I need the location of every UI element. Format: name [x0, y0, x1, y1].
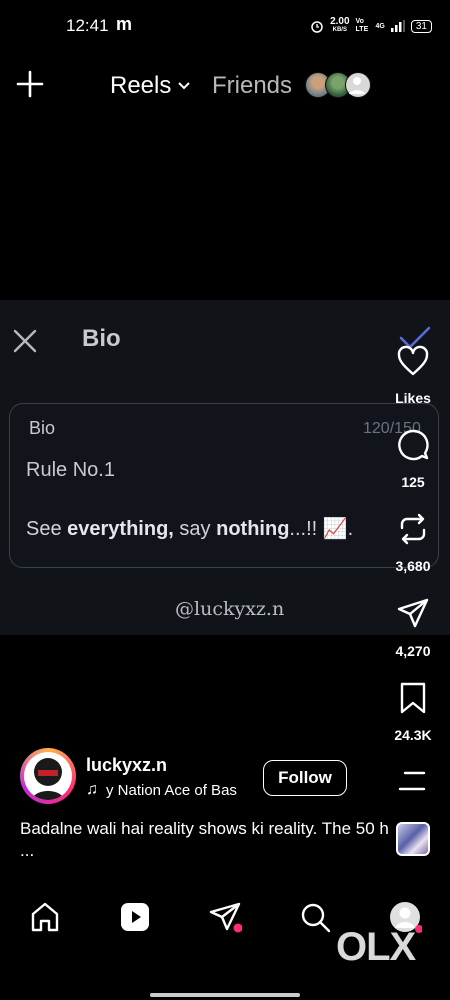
likes-label: Likes [395, 390, 431, 406]
friend-avatar [345, 72, 371, 98]
carrier-logo: m [116, 14, 133, 34]
alarm-icon [311, 21, 323, 33]
search-icon[interactable] [298, 900, 332, 934]
tab-reels[interactable]: Reels [110, 72, 191, 100]
bio-field-label: Bio [29, 418, 56, 438]
status-indicators: 2.00 KB/S Vo LTE 4G 31 [310, 17, 432, 35]
direct-icon[interactable] [208, 900, 242, 934]
post-username[interactable]: luckyxz.n [86, 755, 167, 776]
person-icon [349, 77, 365, 94]
friends-avatars[interactable] [305, 72, 371, 98]
avatar[interactable] [20, 748, 76, 804]
bookmark-icon[interactable] [396, 681, 430, 715]
network-type: 4G [375, 22, 385, 30]
status-time: 12:41 [66, 16, 109, 35]
follow-button[interactable]: Follow [263, 760, 347, 796]
avatar-illustration-icon [32, 758, 64, 800]
net-speed: 2.00 KB/S [330, 16, 350, 34]
tab-reels-label: Reels [110, 72, 172, 99]
create-icon[interactable] [16, 70, 44, 98]
olx-watermark-logo: OLX [336, 925, 416, 969]
battery-icon: 31 [410, 19, 432, 33]
bio-text-line2: See everything, say nothing...!! 📈. [26, 518, 354, 540]
volte-indicator: Vo LTE [355, 18, 369, 33]
video-watermark: @luckyxz.n [175, 598, 285, 620]
shares-count: 4,270 [395, 643, 431, 659]
home-indicator[interactable] [150, 993, 300, 997]
more-menu-icon[interactable] [398, 770, 426, 792]
bio-title: Bio [82, 325, 121, 352]
heart-icon[interactable] [396, 344, 430, 378]
tab-friends[interactable]: Friends [212, 72, 292, 100]
chevron-down-icon [178, 82, 191, 90]
saves-count: 24.3K [394, 727, 432, 743]
bio-text-line1: Rule No.1 [26, 459, 115, 481]
music-text: y Nation Ace of Bas [106, 781, 237, 799]
signal-icon [390, 20, 405, 32]
music-ticker[interactable]: ♫ y Nation Ace of Bas [86, 781, 252, 799]
close-icon [13, 329, 37, 353]
repost-icon[interactable] [396, 512, 430, 546]
reposts-count: 3,680 [395, 558, 431, 574]
comment-icon[interactable] [396, 428, 430, 462]
reels-icon[interactable] [118, 900, 152, 934]
music-note-icon: ♫ [86, 781, 98, 798]
status-bar: 12:41 m 2.00 KB/S Vo LTE 4G 31 [0, 0, 450, 44]
home-icon[interactable] [28, 900, 62, 934]
audio-thumbnail[interactable] [396, 822, 430, 856]
post-caption[interactable]: Badalne wali hai reality shows ki realit… [20, 818, 390, 862]
share-icon[interactable] [396, 597, 430, 631]
comments-count: 125 [401, 474, 425, 490]
